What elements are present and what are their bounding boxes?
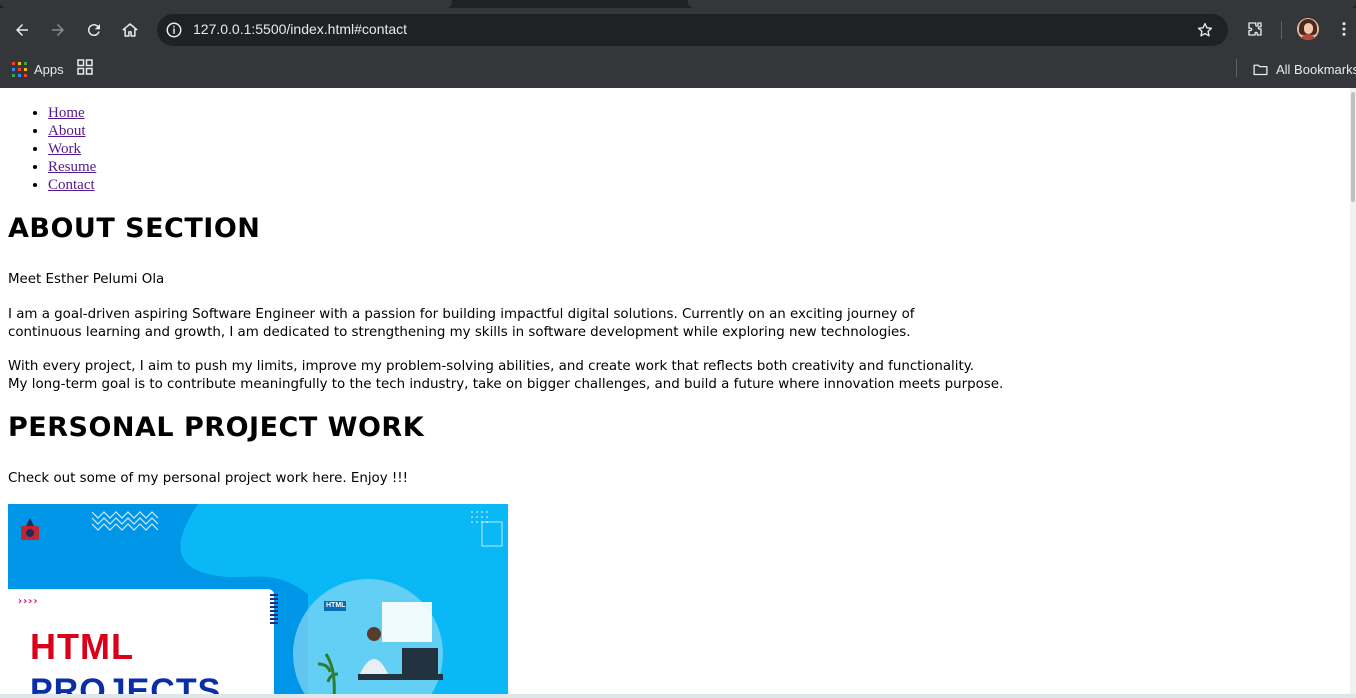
apps-grid-icon <box>12 61 27 77</box>
avatar-face <box>1304 23 1313 34</box>
about-paragraph-2: With every project, I aim to push my lim… <box>8 358 1003 394</box>
nav-item-work: Work <box>48 140 96 158</box>
thumbnail-html-tag: HTML <box>326 602 346 609</box>
tab-strip <box>0 0 1356 8</box>
scrollbar-thumb[interactable] <box>1351 92 1355 202</box>
about-paragraph-2-line-2: My long-term goal is to contribute meani… <box>8 377 1004 392</box>
about-paragraph-1-line-1: I am a goal-driven aspiring Software Eng… <box>8 307 915 322</box>
thumbnail-stripe <box>270 594 278 624</box>
back-arrow-icon <box>16 24 28 36</box>
about-paragraph-1-line-2: continuous learning and growth, I am ded… <box>8 325 911 340</box>
nav-item-about: About <box>48 122 96 140</box>
nav-link-about[interactable]: About <box>48 123 86 139</box>
nav-item-contact: Contact <box>48 176 96 194</box>
nav-link-work[interactable]: Work <box>48 141 81 157</box>
browser-menu-button[interactable] <box>1333 18 1355 40</box>
projects-heading: PERSONAL PROJECT WORK <box>8 412 425 443</box>
tab-active-edge[interactable] <box>0 0 452 8</box>
folder-icon <box>1253 64 1268 75</box>
browser-chrome: 127.0.0.1:5500/index.html#contact Apps A… <box>0 0 1356 88</box>
nav-item-resume: Resume <box>48 158 96 176</box>
bookmarks-divider <box>1236 59 1237 77</box>
site-nav: Home About Work Resume Contact <box>48 104 96 194</box>
extensions-button[interactable] <box>1244 18 1266 40</box>
about-intro: Meet Esther Pelumi Ola <box>8 272 165 287</box>
forward-button[interactable] <box>44 16 72 44</box>
project-thumbnail-image[interactable]: ›››› HTML HTML PROJECTS <box>8 504 508 698</box>
thumbnail-arrows: ›››› <box>18 596 39 607</box>
nav-item-home: Home <box>48 104 96 122</box>
kebab-menu-icon <box>1342 22 1346 36</box>
url-text[interactable]: 127.0.0.1:5500/index.html#contact <box>193 21 407 37</box>
all-bookmarks-button[interactable]: All Bookmarks <box>1252 59 1356 79</box>
thumbnail-title: HTML <box>30 626 134 667</box>
nav-link-home[interactable]: Home <box>48 105 85 121</box>
back-button[interactable] <box>8 16 36 44</box>
reload-icon <box>87 24 100 37</box>
tab-groups-icon[interactable] <box>77 59 93 75</box>
address-bar[interactable]: 127.0.0.1:5500/index.html#contact <box>157 14 1228 46</box>
puzzle-icon <box>1248 22 1262 36</box>
page-viewport: Home About Work Resume Contact ABOUT SEC… <box>0 88 1356 698</box>
site-info-icon[interactable] <box>165 21 183 39</box>
home-icon <box>122 23 138 37</box>
forward-arrow-icon <box>52 24 64 36</box>
about-paragraph-2-line-1: With every project, I aim to push my lim… <box>8 359 974 374</box>
bookmark-apps[interactable]: Apps <box>12 59 64 79</box>
nav-link-contact[interactable]: Contact <box>48 177 95 193</box>
tab-edge[interactable] <box>688 0 1356 8</box>
profile-avatar[interactable] <box>1297 18 1319 40</box>
bookmark-apps-label: Apps <box>34 61 64 77</box>
nav-link-resume[interactable]: Resume <box>48 159 96 175</box>
home-button[interactable] <box>116 16 144 44</box>
browser-toolbar: 127.0.0.1:5500/index.html#contact <box>0 8 1356 52</box>
reload-button[interactable] <box>80 16 108 44</box>
about-paragraph-1: I am a goal-driven aspiring Software Eng… <box>8 306 915 342</box>
toolbar-divider <box>1281 21 1282 39</box>
bottom-edge <box>0 694 1356 698</box>
vertical-scrollbar[interactable] <box>1350 88 1356 698</box>
about-heading: ABOUT SECTION <box>8 213 261 244</box>
all-bookmarks-label: All Bookmarks <box>1276 61 1356 77</box>
bookmarks-bar: Apps All Bookmarks <box>0 52 1356 88</box>
star-icon[interactable] <box>1196 21 1214 39</box>
projects-intro: Check out some of my personal project wo… <box>8 471 409 486</box>
